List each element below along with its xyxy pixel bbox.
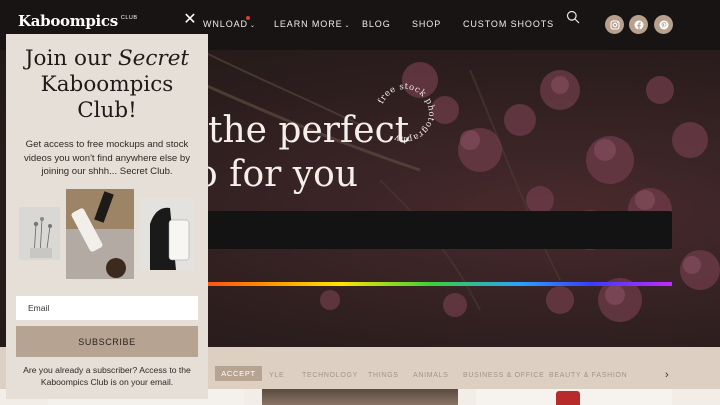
rainbow-divider xyxy=(170,282,672,286)
popup-title: Join our Secret Kaboompics Club! xyxy=(6,46,208,124)
popup-description: Get access to free mockups and stock vid… xyxy=(23,139,191,177)
search-icon[interactable] xyxy=(566,10,580,24)
logo-superscript: CLUB xyxy=(120,15,138,21)
nav-item-download[interactable]: WNLOAD ⌄ xyxy=(203,16,256,29)
email-field[interactable] xyxy=(16,296,198,320)
category-technology[interactable]: TECHNOLOGY xyxy=(302,372,358,379)
accept-button[interactable]: ACCEPT xyxy=(215,366,262,381)
chevron-down-icon: ⌄ xyxy=(249,23,256,29)
hero-title-line-1: the perfect xyxy=(208,110,410,151)
pinterest-icon[interactable] xyxy=(654,15,673,34)
red-object xyxy=(556,391,580,405)
nav-label: WNLOAD xyxy=(203,19,248,29)
logo-text: Kaboompics xyxy=(18,12,118,30)
facebook-icon[interactable] xyxy=(629,15,648,34)
category-style[interactable]: YLE xyxy=(269,372,284,379)
site-logo[interactable]: Kaboompics CLUB xyxy=(18,12,138,30)
photo-thumbnail[interactable] xyxy=(262,389,458,405)
category-beauty-fashion[interactable]: BEAUTY & FASHION xyxy=(549,372,627,379)
instagram-icon[interactable] xyxy=(605,15,624,34)
popup-title-line-3: Club! xyxy=(77,98,137,123)
category-business-office[interactable]: BUSINESS & OFFICE xyxy=(463,372,545,379)
nav-item-shop[interactable]: SHOP xyxy=(412,19,441,29)
nav-item-custom-shoots[interactable]: CUSTOM SHOOTS xyxy=(463,19,554,29)
chevron-right-icon[interactable]: › xyxy=(665,369,669,381)
secret-club-popup: Join our Secret Kaboompics Club! Get acc… xyxy=(6,34,208,399)
popup-footer-text: Are you already a subscriber? Access to … xyxy=(23,365,191,387)
subscribe-button[interactable]: SUBSCRIBE xyxy=(16,326,198,357)
close-icon[interactable]: ✕ xyxy=(183,12,197,28)
notification-dot xyxy=(245,16,250,20)
category-things[interactable]: THINGS xyxy=(368,372,399,379)
popup-title-plain: Join our xyxy=(24,46,118,71)
category-animals[interactable]: ANIMALS xyxy=(413,372,449,379)
hero-title-line-2: o for you xyxy=(196,154,358,195)
chevron-down-icon: ⌄ xyxy=(344,23,351,29)
photo-thumbnail[interactable] xyxy=(476,389,672,405)
nav-item-learn-more[interactable]: LEARN MORE ⌄ xyxy=(274,19,350,29)
popup-title-italic: Secret xyxy=(117,46,190,71)
nav-label: LEARN MORE xyxy=(274,19,343,29)
popup-title-line-2: Kaboompics xyxy=(40,72,174,97)
hero-search-input[interactable] xyxy=(170,211,672,249)
mockup-images xyxy=(19,189,194,279)
nav-item-blog[interactable]: BLOG xyxy=(362,19,391,29)
